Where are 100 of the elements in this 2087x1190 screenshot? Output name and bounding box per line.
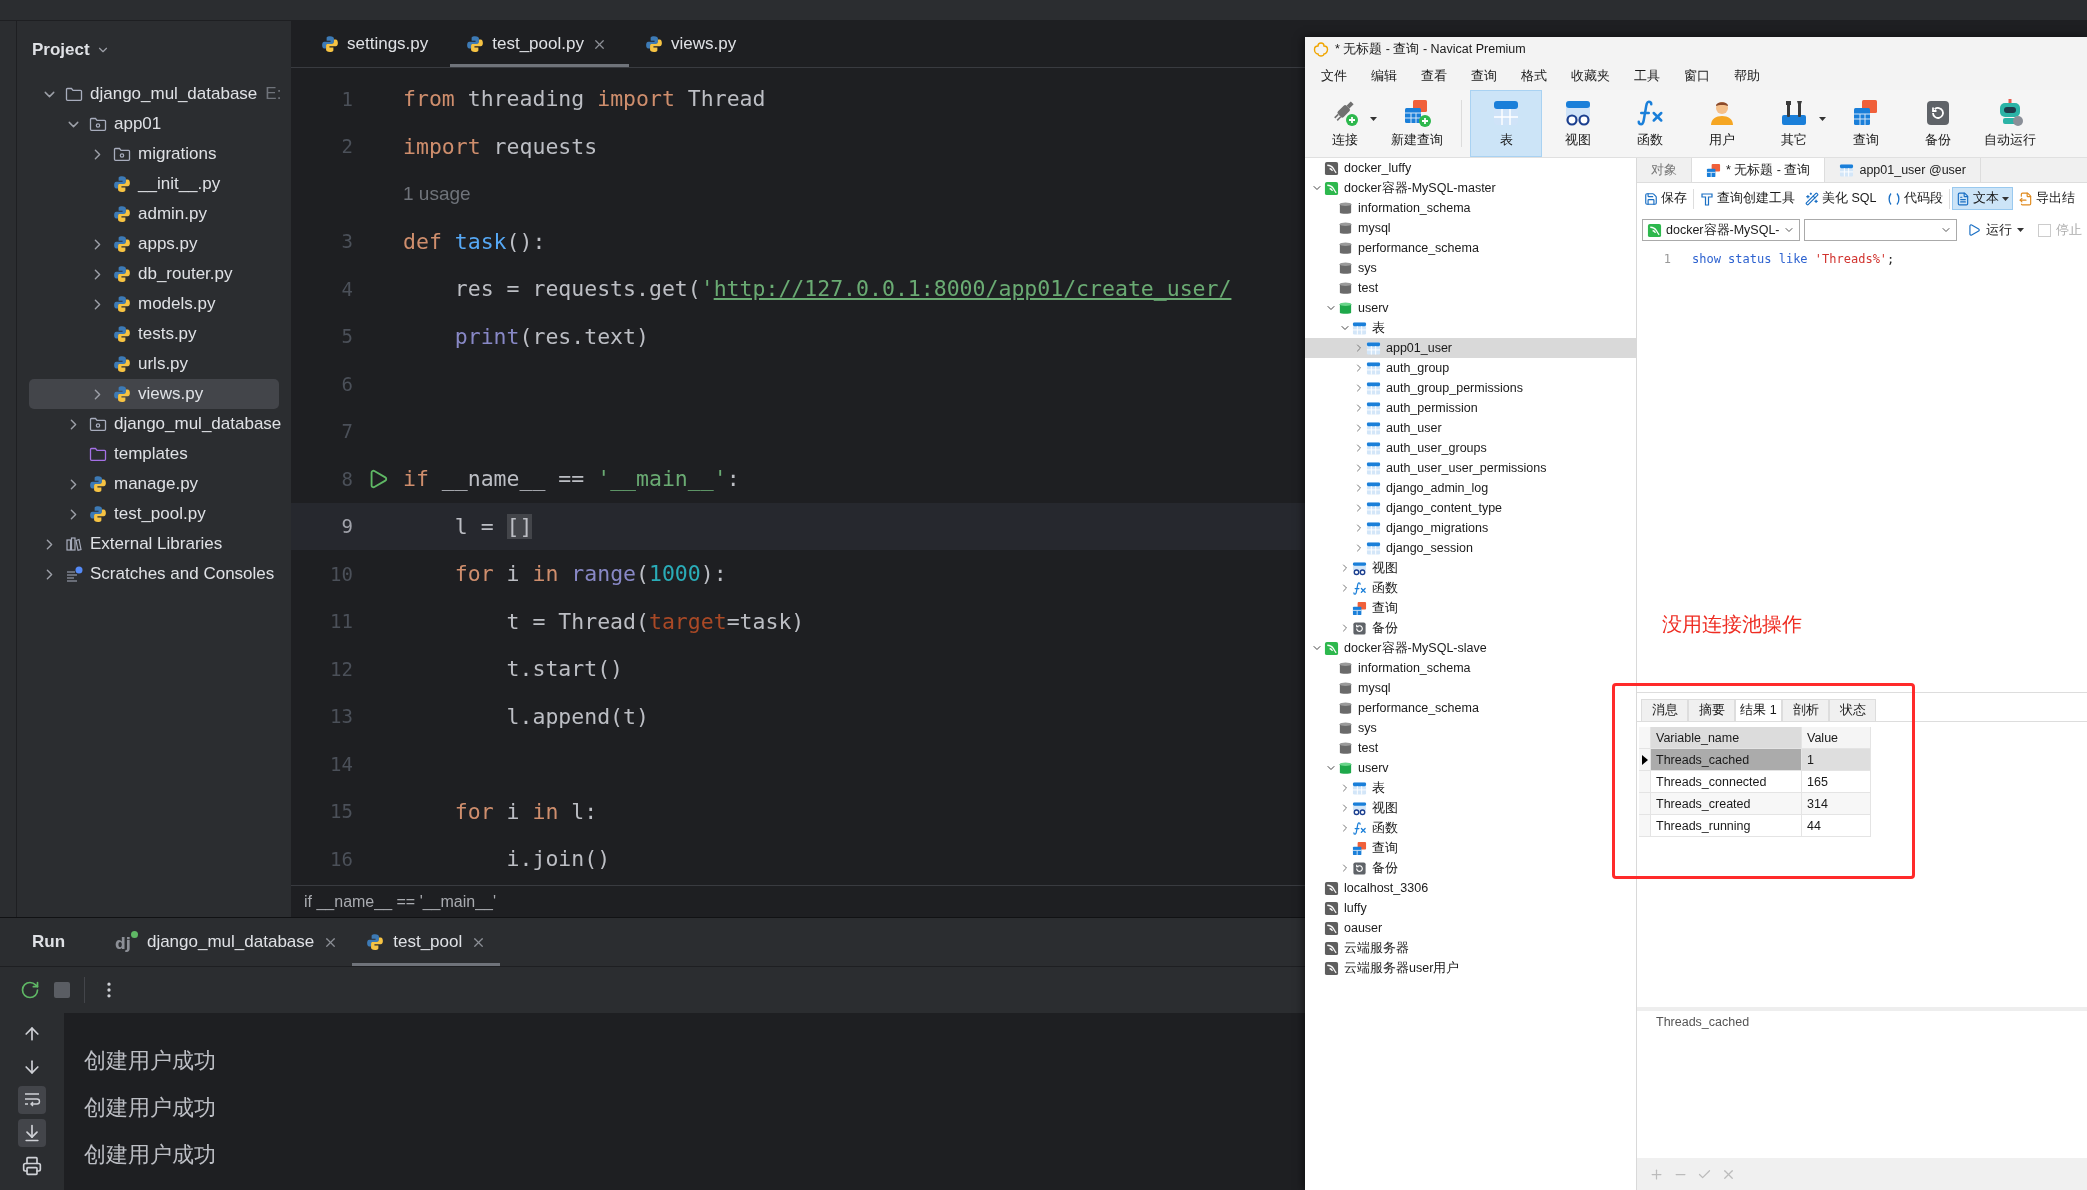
editor-tab[interactable]: settings.py xyxy=(305,21,451,67)
result-tab[interactable]: 剖析 xyxy=(1782,699,1829,721)
add-icon[interactable] xyxy=(1649,1166,1664,1182)
tree-item[interactable]: auth_permission xyxy=(1305,398,1636,418)
printer-icon[interactable] xyxy=(22,1156,42,1176)
tree-item[interactable]: 备份 xyxy=(1305,618,1636,638)
tree-item[interactable]: test xyxy=(1305,278,1636,298)
tree-item[interactable]: test xyxy=(1305,738,1636,758)
tree-item[interactable]: oauser xyxy=(1305,918,1636,938)
tree-item[interactable]: performance_schema xyxy=(1305,238,1636,258)
toolbar-button[interactable]: 导出结 xyxy=(2014,187,2079,210)
tree-item[interactable]: auth_user_user_permissions xyxy=(1305,458,1636,478)
result-tab[interactable]: 结果 1 xyxy=(1735,699,1782,721)
toolbar-button[interactable]: 自动运行 xyxy=(1974,90,2046,157)
dropdown-arrow-icon[interactable] xyxy=(1819,117,1826,121)
document-tab[interactable]: * 无标题 - 查询 xyxy=(1692,158,1826,182)
tree-item[interactable]: localhost_3306 xyxy=(1305,878,1636,898)
tree-item[interactable]: app01_user xyxy=(1305,338,1636,358)
result-tab[interactable]: 摘要 xyxy=(1688,699,1735,721)
menu-item[interactable]: 窗口 xyxy=(1672,66,1722,85)
tree-item[interactable]: sys xyxy=(1305,718,1636,738)
tree-item[interactable]: django_migrations xyxy=(1305,518,1636,538)
menu-item[interactable]: 查看 xyxy=(1409,66,1459,85)
tree-item[interactable]: performance_schema xyxy=(1305,698,1636,718)
result-tab[interactable]: 状态 xyxy=(1829,699,1876,721)
tree-item[interactable]: migrations xyxy=(29,139,279,169)
tree-item[interactable]: docker_luffy xyxy=(1305,158,1636,178)
dropdown-arrow-icon[interactable] xyxy=(2001,196,2009,201)
breadcrumb[interactable]: if __name__ == '__main__' xyxy=(304,892,497,911)
toolbar-button[interactable]: 函数 xyxy=(1614,90,1686,157)
tree-item[interactable]: information_schema xyxy=(1305,658,1636,678)
toolbar-button[interactable]: 保存 xyxy=(1640,187,1691,210)
run-tab[interactable]: test_pool xyxy=(352,918,501,966)
tree-item[interactable]: information_schema xyxy=(1305,198,1636,218)
tree-item[interactable]: 查询 xyxy=(1305,598,1636,618)
toolbar-button[interactable]: 查询 xyxy=(1830,90,1902,157)
toolbar-button[interactable]: 文本 xyxy=(1951,187,2013,210)
tree-item[interactable]: 函数 xyxy=(1305,578,1636,598)
row-header[interactable] xyxy=(1639,749,1651,771)
menu-item[interactable]: 收藏夹 xyxy=(1559,66,1622,85)
tree-item[interactable]: mysql xyxy=(1305,678,1636,698)
panel-title[interactable]: Project xyxy=(32,40,110,60)
scroll-to-end-button[interactable] xyxy=(18,1119,46,1147)
tree-item[interactable]: django_mul_database E: xyxy=(29,79,279,109)
tree-item[interactable]: django_session xyxy=(1305,538,1636,558)
toolbar-button[interactable]: 代码段 xyxy=(1882,187,1947,210)
menu-item[interactable]: 查询 xyxy=(1459,66,1509,85)
tree-item[interactable]: __init__.py xyxy=(29,169,279,199)
toolbar-button[interactable]: 新建查询 xyxy=(1381,90,1453,157)
tree-item[interactable]: auth_group xyxy=(1305,358,1636,378)
toolbar-button[interactable]: 表 xyxy=(1470,90,1542,157)
tree-item[interactable]: 备份 xyxy=(1305,858,1636,878)
toolbar-button[interactable]: 备份 xyxy=(1902,90,1974,157)
tree-item[interactable]: urls.py xyxy=(29,349,279,379)
tree-item[interactable]: models.py xyxy=(29,289,279,319)
tree-item[interactable]: 云端服务器user用户 xyxy=(1305,958,1636,978)
toolbar-button[interactable]: 用户 xyxy=(1686,90,1758,157)
tree-item[interactable]: 查询 xyxy=(1305,838,1636,858)
document-tab[interactable]: app01_user @user xyxy=(1825,158,1981,182)
tree-item[interactable]: External Libraries xyxy=(29,529,279,559)
run-button[interactable]: 运行 xyxy=(1961,219,2030,241)
column-header[interactable]: Value xyxy=(1802,727,1871,749)
menu-item[interactable]: 帮助 xyxy=(1722,66,1772,85)
tree-item[interactable]: app01 xyxy=(29,109,279,139)
dropdown-arrow-icon[interactable] xyxy=(2017,228,2024,232)
tree-item[interactable]: sys xyxy=(1305,258,1636,278)
editor-tab[interactable]: views.py xyxy=(628,21,759,67)
tree-item[interactable]: auth_group_permissions xyxy=(1305,378,1636,398)
tree-item[interactable]: Scratches and Consoles xyxy=(29,559,279,589)
tree-item[interactable]: userv xyxy=(1305,298,1636,318)
tree-item[interactable]: 视图 xyxy=(1305,558,1636,578)
tree-item[interactable]: db_router.py xyxy=(29,259,279,289)
rerun-icon[interactable] xyxy=(20,980,40,1000)
tree-item[interactable]: django_admin_log xyxy=(1305,478,1636,498)
result-tab[interactable]: 消息 xyxy=(1641,699,1688,721)
menu-item[interactable]: 编辑 xyxy=(1359,66,1409,85)
tree-item[interactable]: luffy xyxy=(1305,898,1636,918)
toolbar-button[interactable]: 查询创建工具 xyxy=(1696,187,1799,210)
tree-item[interactable]: views.py xyxy=(29,379,279,409)
tree-item[interactable]: mysql xyxy=(1305,218,1636,238)
menu-item[interactable]: 文件 xyxy=(1309,66,1359,85)
dropdown-arrow-icon[interactable] xyxy=(1370,117,1377,121)
connection-select[interactable]: docker容器-MySQL- xyxy=(1642,219,1800,241)
database-select[interactable] xyxy=(1804,219,1957,241)
tree-item[interactable]: apps.py xyxy=(29,229,279,259)
tree-item[interactable]: docker容器-MySQL-master xyxy=(1305,178,1636,198)
editor-tab[interactable]: test_pool.py xyxy=(450,21,629,67)
soft-wrap-button[interactable] xyxy=(18,1086,46,1114)
tree-item[interactable]: manage.py xyxy=(29,469,279,499)
tree-item[interactable]: 云端服务器 xyxy=(1305,938,1636,958)
tree-item[interactable]: tests.py xyxy=(29,319,279,349)
menu-item[interactable]: 格式 xyxy=(1509,66,1559,85)
tree-item[interactable]: test_pool.py xyxy=(29,499,279,529)
toolbar-button[interactable]: 连接 xyxy=(1309,90,1381,157)
toolbar-button[interactable]: 其它 xyxy=(1758,90,1830,157)
tree-item[interactable]: auth_user_groups xyxy=(1305,438,1636,458)
tree-item[interactable]: userv xyxy=(1305,758,1636,778)
toolbar-button[interactable]: 视图 xyxy=(1542,90,1614,157)
tree-item[interactable]: django_content_type xyxy=(1305,498,1636,518)
tree-item[interactable]: django_mul_database xyxy=(29,409,279,439)
